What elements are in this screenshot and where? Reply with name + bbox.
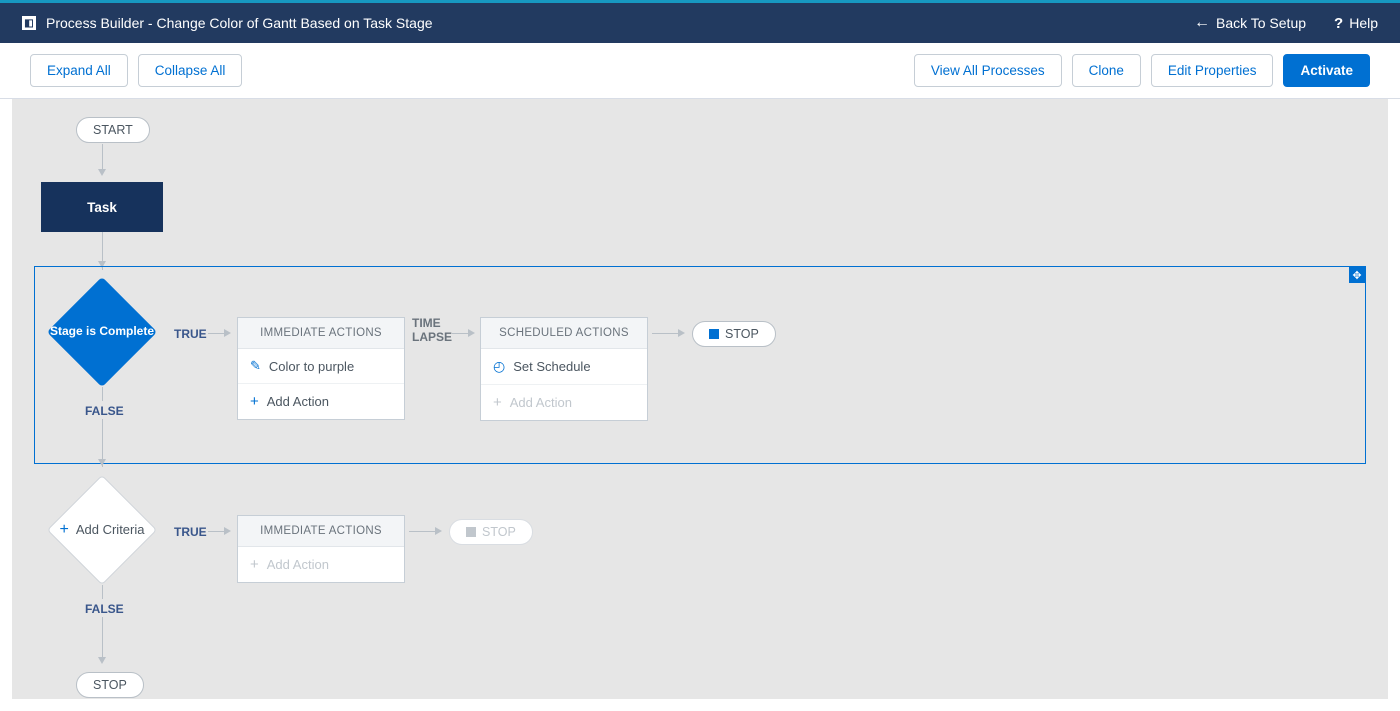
arrowhead-right-icon — [435, 527, 442, 535]
object-node[interactable]: Task — [41, 182, 163, 232]
stop-label: STOP — [93, 678, 127, 692]
add-action-label: Add Action — [510, 395, 572, 410]
plus-icon: + — [250, 556, 259, 573]
add-action-label: Add Action — [267, 394, 329, 409]
immediate-actions-header: IMMEDIATE ACTIONS — [238, 516, 404, 547]
time-lapse-label: TIME LAPSE — [412, 317, 452, 345]
add-criteria-label: Add Criteria — [76, 522, 145, 539]
criteria-label: Stage is Complete — [50, 324, 154, 340]
clone-button[interactable]: Clone — [1072, 54, 1141, 87]
connector — [102, 387, 103, 401]
set-schedule-label: Set Schedule — [513, 359, 590, 374]
false-label: FALSE — [85, 404, 124, 418]
collapse-icon[interactable]: ◧ — [22, 16, 36, 30]
stop-label: STOP — [725, 327, 759, 341]
toolbar: Expand All Collapse All View All Process… — [0, 43, 1400, 99]
page-title: Process Builder - Change Color of Gantt … — [46, 15, 433, 31]
move-handle-icon[interactable]: ✥ — [1349, 267, 1365, 283]
process-canvas: START Task ✥ Stage is Complete TRUE IMME… — [0, 99, 1400, 711]
arrowhead-down-icon — [98, 459, 106, 466]
stop-icon — [466, 527, 476, 537]
edit-properties-button[interactable]: Edit Properties — [1151, 54, 1274, 87]
arrowhead-right-icon — [224, 527, 231, 535]
arrowhead-right-icon — [468, 329, 475, 337]
help-label: Help — [1349, 15, 1378, 31]
connector — [652, 333, 680, 334]
pencil-icon: ✎ — [250, 358, 261, 374]
action-label: Color to purple — [269, 359, 354, 374]
connector — [102, 617, 103, 661]
connector — [102, 585, 103, 599]
add-action-button-2: + Add Action — [238, 547, 404, 582]
stop-node[interactable]: STOP — [692, 321, 776, 347]
arrowhead-right-icon — [224, 329, 231, 337]
scheduled-actions-box: SCHEDULED ACTIONS ◴ Set Schedule + Add A… — [480, 317, 648, 421]
arrowhead-down-icon — [98, 657, 106, 664]
arrow-left-icon: ← — [1194, 14, 1210, 32]
object-label: Task — [87, 200, 117, 215]
criteria-stage-complete[interactable]: Stage is Complete — [47, 277, 157, 387]
clock-icon: ◴ — [493, 358, 505, 375]
expand-all-button[interactable]: Expand All — [30, 54, 128, 87]
start-label: START — [93, 123, 133, 137]
back-to-setup-link[interactable]: ← Back To Setup — [1194, 14, 1306, 32]
page-header: ◧ Process Builder - Change Color of Gant… — [0, 3, 1400, 43]
scheduled-actions-header: SCHEDULED ACTIONS — [481, 318, 647, 349]
action-color-to-purple[interactable]: ✎ Color to purple — [238, 349, 404, 384]
back-label: Back To Setup — [1216, 15, 1306, 31]
arrowhead-right-icon — [678, 329, 685, 337]
help-link[interactable]: ? Help — [1334, 15, 1378, 32]
set-schedule-button[interactable]: ◴ Set Schedule — [481, 349, 647, 385]
immediate-actions-box: IMMEDIATE ACTIONS ✎ Color to purple + Ad… — [237, 317, 405, 420]
add-scheduled-action-button: + Add Action — [481, 385, 647, 420]
immediate-actions-box-2: IMMEDIATE ACTIONS + Add Action — [237, 515, 405, 583]
end-stop-node: STOP — [76, 672, 144, 698]
arrowhead-down-icon — [98, 169, 106, 176]
stop-label: STOP — [482, 525, 516, 539]
collapse-all-button[interactable]: Collapse All — [138, 54, 243, 87]
immediate-actions-header: IMMEDIATE ACTIONS — [238, 318, 404, 349]
stop-node-disabled: STOP — [449, 519, 533, 545]
stop-icon — [709, 329, 719, 339]
selection-frame: ✥ — [34, 266, 1366, 464]
plus-icon: + — [250, 393, 259, 410]
plus-icon: + — [60, 520, 69, 541]
activate-button[interactable]: Activate — [1283, 54, 1370, 87]
true-label: TRUE — [174, 327, 207, 341]
add-action-button[interactable]: + Add Action — [238, 384, 404, 419]
false-label: FALSE — [85, 602, 124, 616]
start-node: START — [76, 117, 150, 143]
add-action-label: Add Action — [267, 557, 329, 572]
view-all-processes-button[interactable]: View All Processes — [914, 54, 1062, 87]
plus-icon: + — [493, 394, 502, 411]
connector — [409, 531, 437, 532]
connector — [102, 144, 103, 172]
help-icon: ? — [1334, 15, 1343, 32]
add-criteria-node[interactable]: + Add Criteria — [47, 475, 157, 585]
true-label: TRUE — [174, 525, 207, 539]
